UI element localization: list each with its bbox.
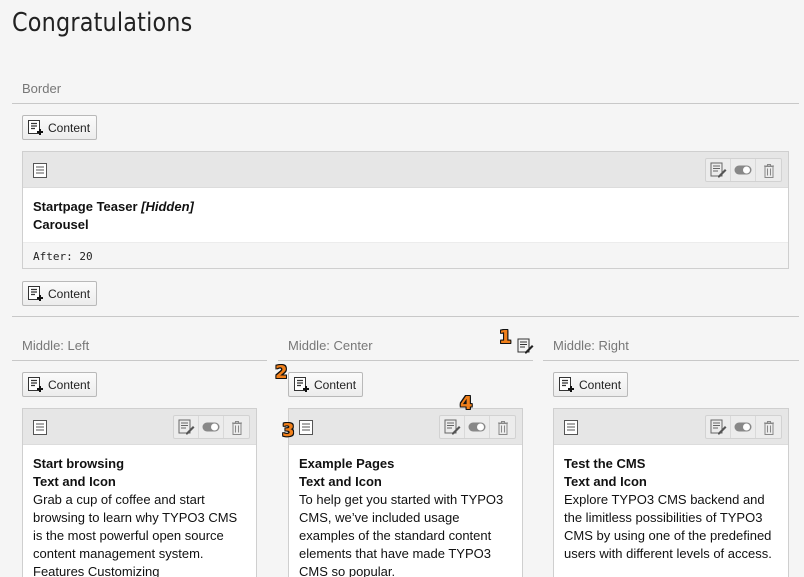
divider: [12, 360, 267, 361]
toggle-icon: [468, 422, 486, 432]
add-content-button-middle-left[interactable]: Content: [22, 372, 98, 397]
toggle-icon: [734, 422, 752, 432]
add-content-icon: [28, 120, 43, 135]
divider: [12, 103, 799, 104]
card-subtitle: Text and Icon: [33, 474, 116, 489]
card-subtitle: Text and Icon: [564, 474, 647, 489]
add-content-button-border-top[interactable]: Content: [22, 115, 98, 140]
card-title-row: Startpage Teaser [Hidden]: [33, 198, 778, 216]
delete-button[interactable]: [224, 416, 249, 438]
add-content-label: Content: [48, 286, 91, 301]
content-element-icon: [299, 420, 313, 435]
card-subtitle: Carousel: [33, 217, 89, 232]
trash-icon: [763, 420, 774, 435]
content-element-icon: [33, 420, 47, 435]
column-label-border: Border: [22, 81, 62, 96]
card-toolbar: [705, 158, 782, 182]
content-element-icon: [33, 163, 47, 178]
add-content-label: Content: [48, 377, 91, 392]
edit-icon: [444, 419, 460, 435]
delete-button[interactable]: [756, 416, 781, 438]
annotation-marker-4: 4: [460, 393, 473, 414]
content-card-example-pages[interactable]: Example Pages Text and Icon To help get …: [288, 408, 523, 577]
edit-icon: [178, 419, 194, 435]
content-card-startpage-teaser[interactable]: Startpage Teaser [Hidden] Carousel After…: [22, 151, 789, 269]
hidden-badge: [Hidden]: [141, 199, 194, 214]
card-header: [289, 409, 522, 445]
annotation-marker-2: 2: [275, 362, 288, 383]
page-title: Congratulations: [12, 8, 193, 38]
edit-column-icon[interactable]: [517, 338, 534, 354]
content-card-start-browsing[interactable]: Start browsing Text and Icon Grab a cup …: [22, 408, 257, 577]
card-text: Explore TYPO3 CMS backend and the limitl…: [564, 492, 772, 561]
add-content-label: Content: [314, 377, 357, 392]
divider: [12, 316, 799, 317]
column-label-middle-center: Middle: Center: [288, 338, 373, 353]
add-content-label: Content: [48, 120, 91, 135]
delete-button[interactable]: [756, 159, 781, 181]
card-header: [554, 409, 788, 445]
card-title: Test the CMS: [564, 456, 646, 471]
annotation-marker-3: 3: [282, 420, 295, 441]
visibility-toggle[interactable]: [199, 416, 224, 438]
edit-button[interactable]: [440, 416, 465, 438]
visibility-toggle[interactable]: [731, 416, 756, 438]
card-header: [23, 152, 788, 188]
edit-icon: [710, 162, 726, 178]
edit-button[interactable]: [706, 159, 731, 181]
card-toolbar: [173, 415, 250, 439]
card-toolbar: [439, 415, 516, 439]
edit-button[interactable]: [706, 416, 731, 438]
column-label-middle-left: Middle: Left: [22, 338, 90, 353]
card-footer: After: 20: [23, 242, 788, 268]
visibility-toggle[interactable]: [731, 159, 756, 181]
trash-icon: [497, 420, 508, 435]
annotation-marker-1: 1: [499, 327, 512, 348]
toggle-icon: [734, 165, 752, 175]
column-label-middle-right: Middle: Right: [553, 338, 629, 353]
toggle-icon: [202, 422, 220, 432]
card-title: Start browsing: [33, 456, 125, 471]
card-subtitle: Text and Icon: [299, 474, 382, 489]
card-title: Example Pages: [299, 456, 395, 471]
trash-icon: [763, 163, 774, 178]
card-toolbar: [705, 415, 782, 439]
card-title: Startpage Teaser: [33, 199, 138, 214]
add-content-icon: [559, 377, 574, 392]
add-content-button-middle-right[interactable]: Content: [553, 372, 629, 397]
trash-icon: [231, 420, 242, 435]
card-text: Grab a cup of coffee and start browsing …: [33, 492, 238, 577]
add-content-icon: [28, 286, 43, 301]
content-card-test-the-cms[interactable]: Test the CMS Text and Icon Explore TYPO3…: [553, 408, 789, 577]
add-content-icon: [28, 377, 43, 392]
divider: [543, 360, 799, 361]
edit-button[interactable]: [174, 416, 199, 438]
edit-icon: [710, 419, 726, 435]
add-content-button-middle-center[interactable]: Content: [288, 372, 364, 397]
add-content-button-border-bottom[interactable]: Content: [22, 281, 98, 306]
card-header: [23, 409, 256, 445]
delete-button[interactable]: [490, 416, 515, 438]
divider: [278, 360, 533, 361]
content-element-icon: [564, 420, 578, 435]
add-content-label: Content: [579, 377, 622, 392]
visibility-toggle[interactable]: [465, 416, 490, 438]
card-text: To help get you started with TYPO3 CMS, …: [299, 492, 504, 577]
add-content-icon: [294, 377, 309, 392]
